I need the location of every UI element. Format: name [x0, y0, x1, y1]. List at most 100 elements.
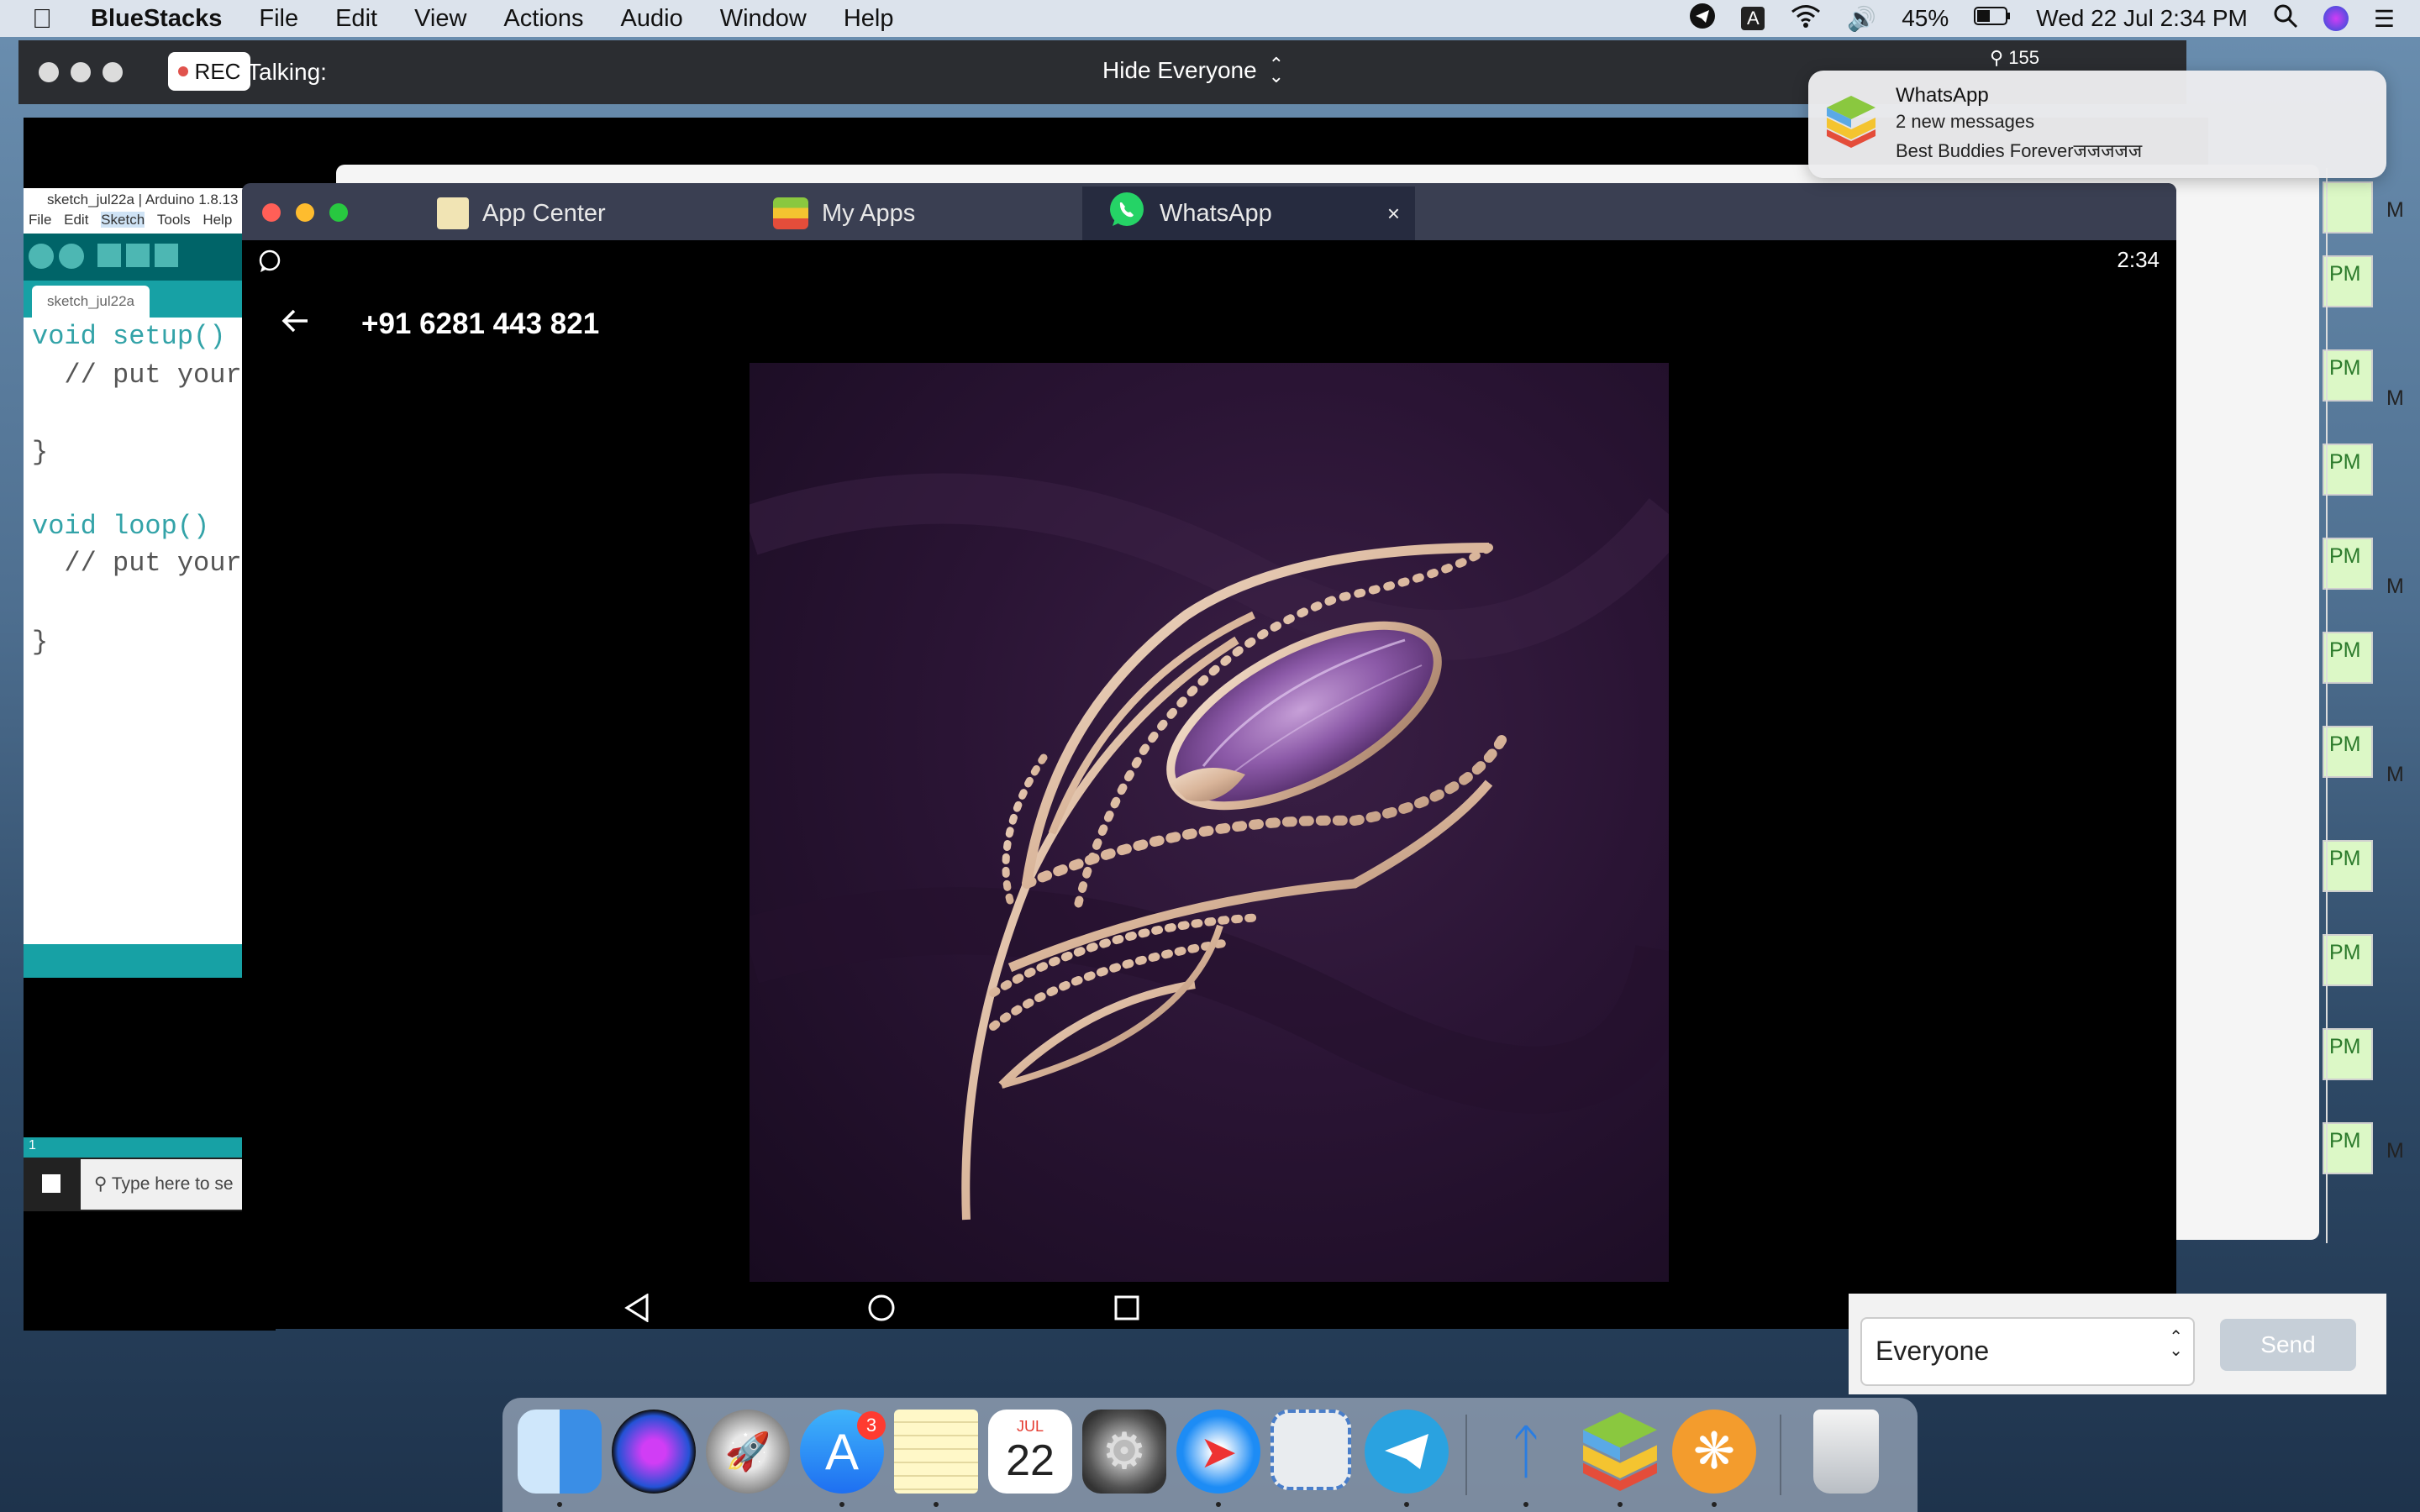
code-text: void loop() — [32, 511, 210, 542]
dock-divider — [1465, 1415, 1467, 1495]
new-sketch-icon[interactable] — [97, 244, 121, 267]
notification-body: Best Buddies Foreverजजजजज — [1896, 140, 2143, 161]
bluetooth-icon: ᛏ — [1508, 1419, 1544, 1484]
menu-view[interactable]: View — [414, 5, 466, 33]
app-store-badge: 3 — [857, 1411, 886, 1440]
menu-file[interactable]: File — [259, 5, 298, 33]
tab-my-apps[interactable]: My Apps — [746, 186, 1076, 240]
finder-icon[interactable] — [518, 1410, 602, 1494]
visibility-select[interactable]: Hide Everyone ⌃ ⌄ — [1102, 54, 1285, 87]
siri-app-icon[interactable] — [612, 1410, 696, 1494]
edge-text: M — [2386, 386, 2404, 410]
safari-icon[interactable]: ➤ — [1176, 1410, 1260, 1494]
notification-title: 2 new messages — [1896, 111, 2035, 132]
siri-icon[interactable] — [2323, 6, 2349, 31]
notification-center-icon[interactable]: ☰ — [2374, 5, 2395, 33]
window-minimize-button[interactable] — [296, 203, 314, 222]
calendar-month: JUL — [1016, 1417, 1044, 1435]
menu-help[interactable]: Help — [844, 5, 894, 33]
mail-icon[interactable] — [1270, 1410, 1351, 1490]
dock: 🚀 A 3 JUL 22 ⚙ ➤ ᛏ ❋ — [502, 1398, 1918, 1512]
notification-app: WhatsApp — [1896, 84, 1989, 107]
message-bubble: PM — [2323, 1028, 2373, 1080]
windows-search-placeholder: Type here to se — [111, 1174, 234, 1194]
upload-icon[interactable] — [59, 244, 84, 269]
arduino-menu-sketch[interactable]: Sketch — [101, 212, 145, 228]
record-button[interactable]: REC — [168, 52, 250, 91]
spotlight-search-icon[interactable] — [2273, 3, 2298, 34]
bluestacks-dock-icon[interactable] — [1578, 1410, 1662, 1494]
window-zoom-button[interactable] — [329, 203, 348, 222]
talking-label: Talking: — [247, 59, 327, 85]
tab-whatsapp[interactable]: WhatsApp × — [1082, 186, 1415, 240]
record-dot-icon — [177, 66, 188, 76]
tab-my-apps-label: My Apps — [822, 199, 916, 227]
menu-app-name[interactable]: BlueStacks — [91, 5, 222, 33]
telegram-icon[interactable] — [1365, 1410, 1449, 1494]
save-sketch-icon[interactable] — [155, 244, 178, 267]
message-column: PM PM PM PM PM PM PM PM PM PM — [2269, 168, 2373, 1243]
code-line: } — [32, 627, 49, 658]
nav-recents-icon[interactable] — [1114, 1295, 1139, 1325]
arduino-sketch-tab[interactable]: sketch_jul22a — [32, 286, 150, 318]
arduino-window: sketch_jul22a | Arduino 1.8.13 File Edit… — [24, 188, 281, 1331]
battery-icon[interactable] — [1974, 5, 2011, 32]
close-tab-icon[interactable]: × — [1387, 201, 1400, 227]
close-dot[interactable] — [39, 62, 59, 82]
message-bubble: PM — [2323, 840, 2373, 892]
nav-home-icon[interactable] — [867, 1294, 896, 1326]
input-source-icon[interactable]: A — [1741, 7, 1765, 30]
android-clock: 2:34 — [2117, 247, 2160, 272]
menu-bar:  BlueStacks File Edit View Actions Audi… — [0, 0, 2420, 37]
running-indicator — [839, 1502, 844, 1507]
volume-icon[interactable]: 🔊 — [1847, 5, 1876, 33]
calendar-day: 22 — [1006, 1436, 1055, 1485]
minimize-dot[interactable] — [71, 62, 91, 82]
launchpad-icon[interactable]: 🚀 — [706, 1410, 790, 1494]
bluetooth-file-exchange-icon[interactable]: ᛏ — [1484, 1410, 1568, 1494]
apple-icon[interactable]:  — [32, 3, 52, 34]
arduino-menu-tools[interactable]: Tools — [157, 212, 191, 228]
verify-icon[interactable] — [29, 244, 54, 269]
contact-title: +91 6281 443 821 — [361, 307, 600, 340]
calendar-icon[interactable]: JUL 22 — [988, 1410, 1072, 1494]
windows-start-icon[interactable] — [42, 1174, 60, 1193]
back-arrow-icon[interactable] — [279, 304, 313, 342]
code-line: void setup() — [32, 321, 225, 352]
updown-chevron-icon: ⌃ ⌄ — [1268, 54, 1285, 87]
clock[interactable]: Wed 22 Jul 2:34 PM — [2036, 5, 2248, 32]
audience-value: Everyone — [1876, 1336, 1990, 1366]
shared-photo[interactable] — [750, 363, 1669, 1282]
arduino-menu-file[interactable]: File — [29, 212, 51, 228]
menu-window[interactable]: Window — [720, 5, 807, 33]
nav-back-icon[interactable] — [623, 1293, 650, 1326]
whatsapp-notification[interactable]: WhatsApp 2 new messages Best Buddies For… — [1808, 71, 2386, 178]
bluestacks-tab-bar: App Center My Apps WhatsApp × — [242, 183, 2176, 240]
running-indicator — [557, 1502, 562, 1507]
notes-icon[interactable] — [894, 1410, 978, 1494]
zoom-dot[interactable] — [103, 62, 123, 82]
trash-icon[interactable] — [1813, 1410, 1879, 1494]
gear-icon: ⚙ — [1102, 1423, 1147, 1479]
window-close-button[interactable] — [262, 203, 281, 222]
arduino-menu-edit[interactable]: Edit — [64, 212, 88, 228]
orange-app-icon[interactable]: ❋ — [1672, 1410, 1756, 1494]
code-line: } — [32, 437, 49, 468]
tab-app-center[interactable]: App Center — [410, 186, 739, 240]
chat-header: +91 6281 443 821 — [242, 281, 2176, 373]
whatsapp-notification-icon — [257, 249, 282, 280]
wifi-icon[interactable] — [1790, 3, 1822, 34]
menu-audio[interactable]: Audio — [621, 5, 683, 33]
arduino-menu-help[interactable]: Help — [203, 212, 232, 228]
message-bubble: PM — [2323, 538, 2373, 590]
audience-select[interactable]: Everyone ⌃ ⌄ — [1860, 1317, 2195, 1386]
running-indicator — [934, 1502, 939, 1507]
system-preferences-icon[interactable]: ⚙ — [1082, 1410, 1166, 1494]
arduino-menu: File Edit Sketch Tools Help — [24, 212, 276, 234]
menu-actions[interactable]: Actions — [503, 5, 583, 33]
menu-edit[interactable]: Edit — [335, 5, 377, 33]
send-button[interactable]: Send — [2220, 1319, 2356, 1371]
open-sketch-icon[interactable] — [126, 244, 150, 267]
code-text: void setup() — [32, 321, 226, 352]
telegram-status-icon[interactable] — [1689, 3, 1716, 35]
